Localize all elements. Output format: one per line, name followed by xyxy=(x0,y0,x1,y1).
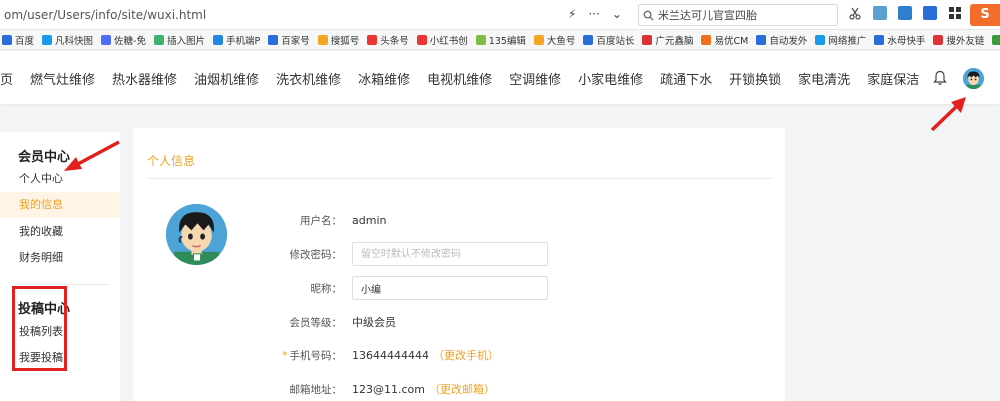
annotation-arrow-avatar xyxy=(930,97,966,132)
annotation-arrow-sidebar xyxy=(64,140,120,171)
annotation-arrows xyxy=(64,97,966,171)
